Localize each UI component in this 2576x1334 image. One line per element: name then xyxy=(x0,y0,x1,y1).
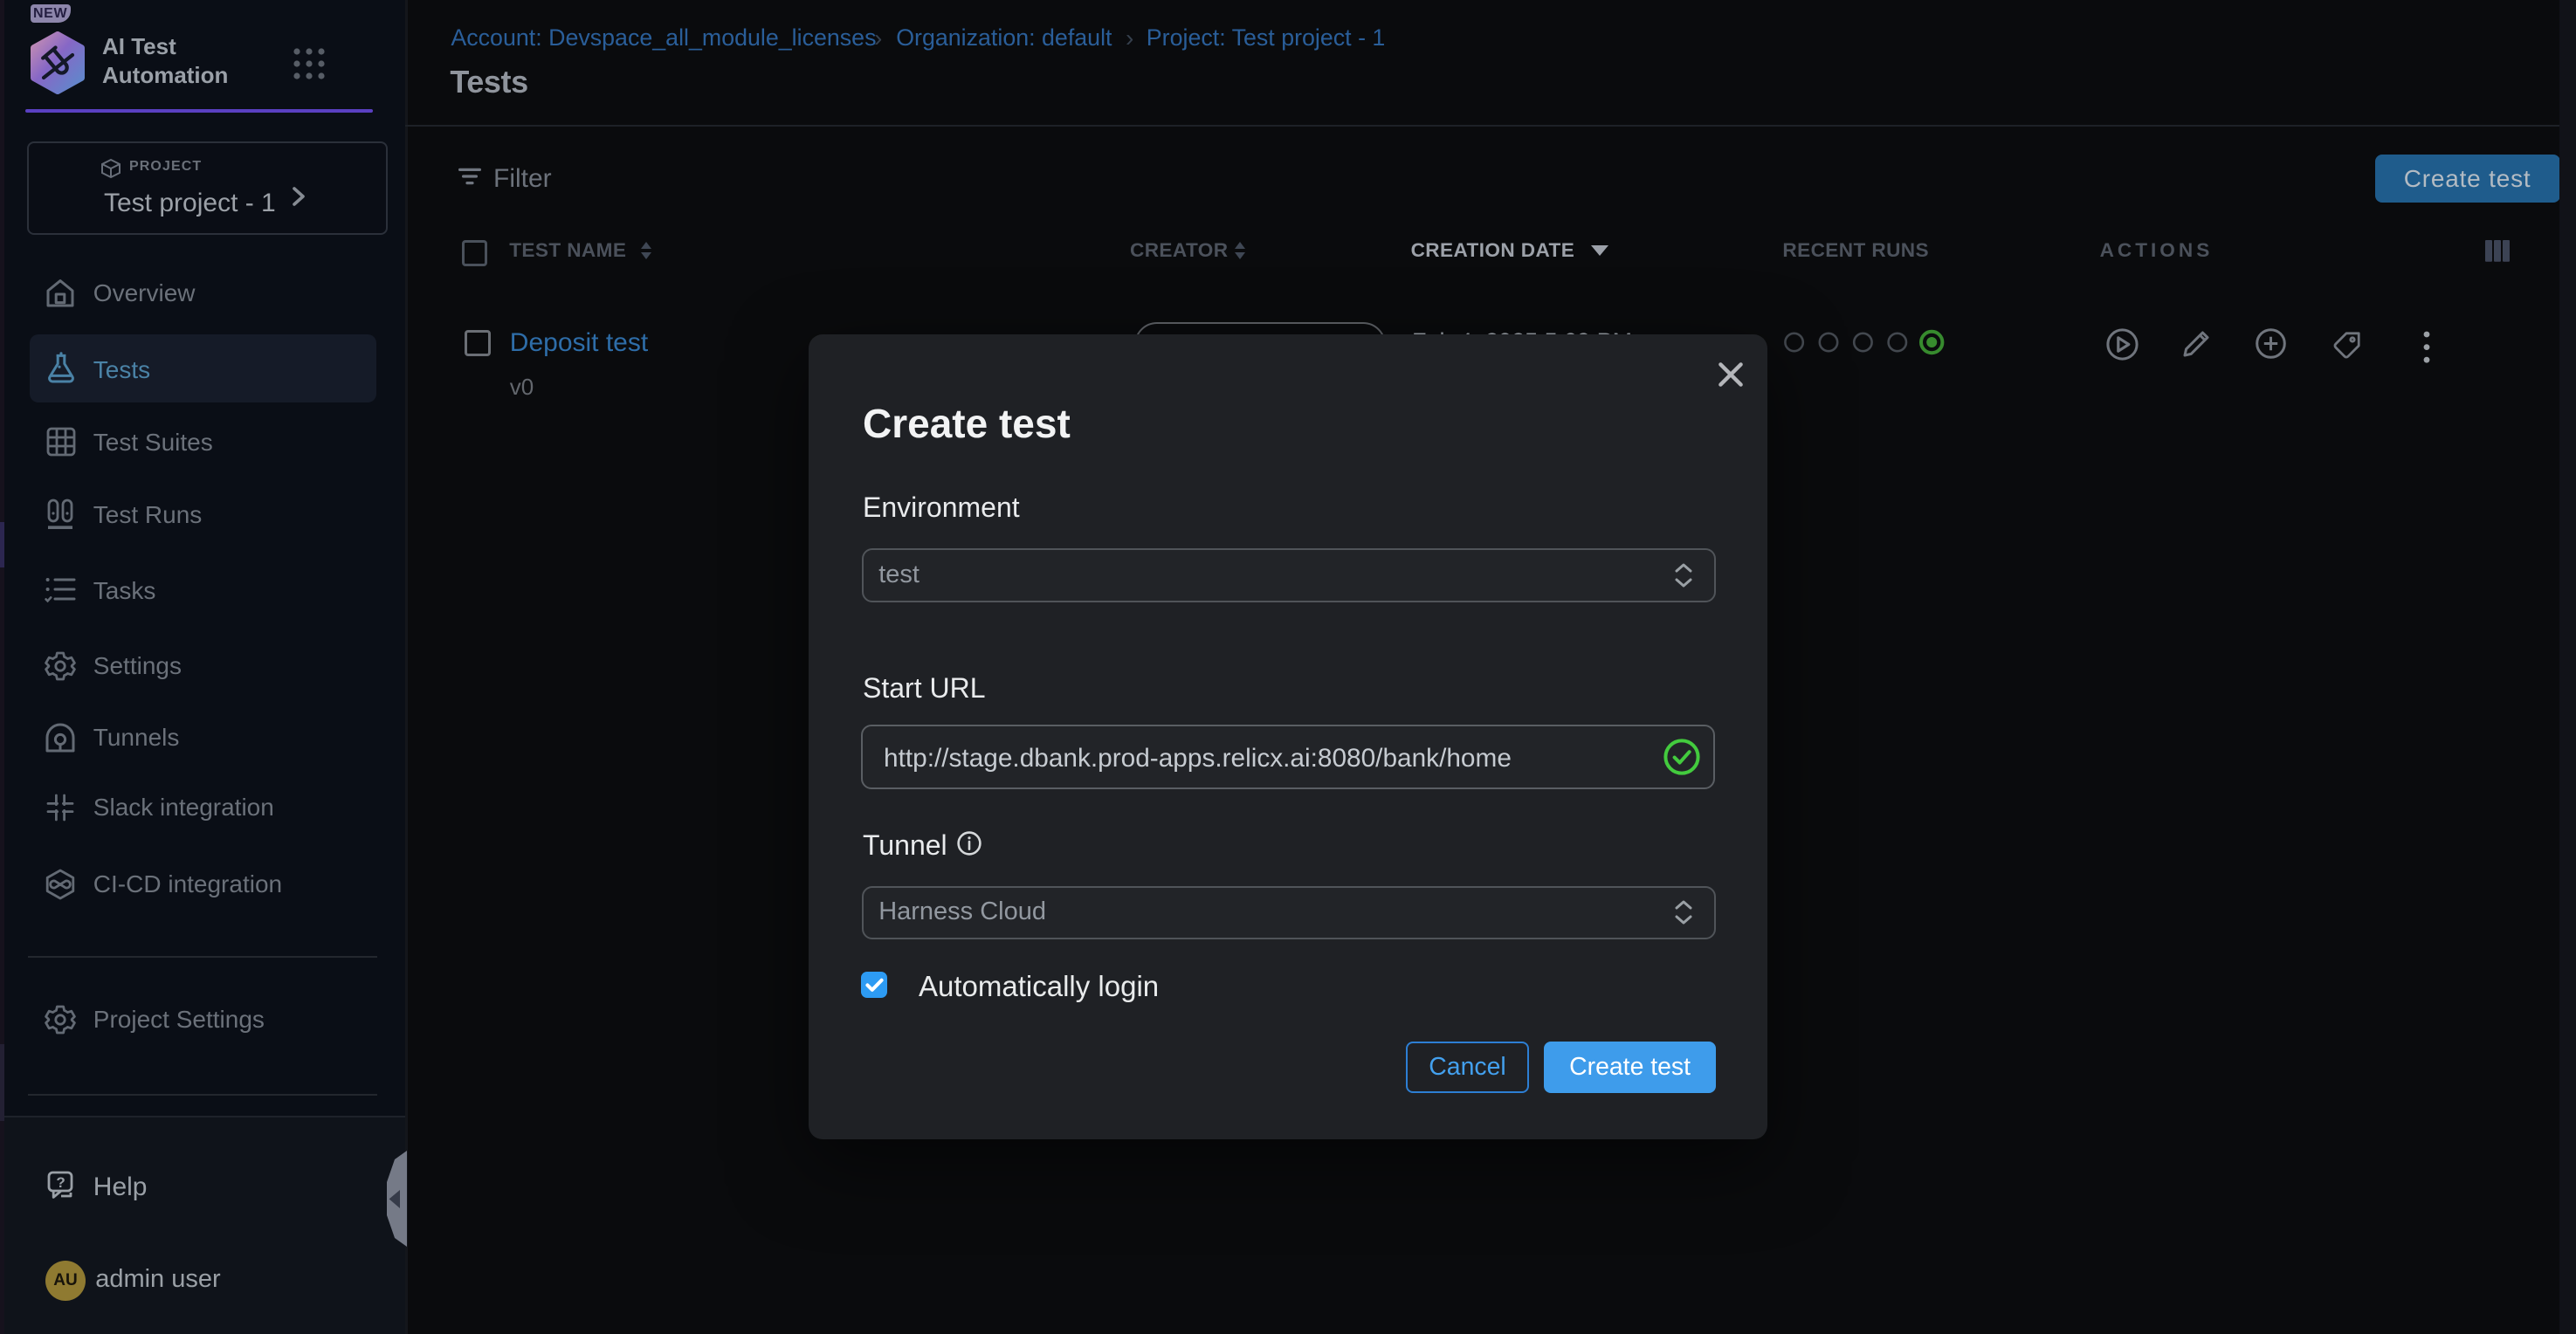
svg-text:?: ? xyxy=(56,1174,65,1191)
